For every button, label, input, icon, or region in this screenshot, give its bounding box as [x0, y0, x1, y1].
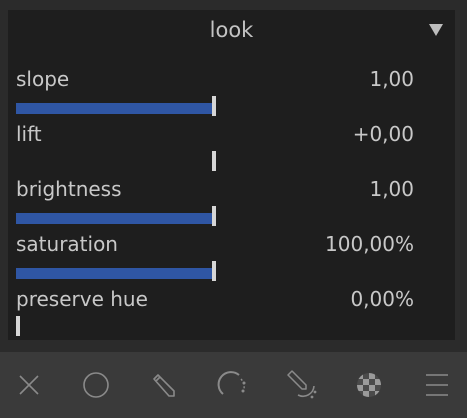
close-icon[interactable] — [12, 368, 46, 402]
triangle-down-icon[interactable] — [429, 24, 443, 36]
brightness-slider[interactable]: brightness 1,00 — [16, 177, 426, 227]
slider-track[interactable] — [16, 151, 216, 171]
slider-label: slope — [16, 67, 70, 91]
preserve-hue-slider[interactable]: preserve hue 0,00% — [16, 287, 426, 337]
menu-icon[interactable] — [420, 368, 454, 402]
slider-value[interactable]: 0,00% — [350, 287, 414, 311]
circle-icon[interactable] — [79, 368, 113, 402]
mask-toolbar — [0, 352, 467, 418]
checkerboard-icon[interactable] — [352, 368, 386, 402]
slider-track[interactable] — [16, 96, 216, 116]
slider-fill — [16, 103, 216, 114]
slider-value[interactable]: +0,00 — [353, 122, 414, 146]
slider-label: lift — [16, 122, 42, 146]
module-title: look — [209, 18, 254, 42]
slider-fill — [16, 268, 216, 279]
slider-label: brightness — [16, 177, 122, 201]
pencil-icon[interactable] — [146, 368, 180, 402]
slider-marker[interactable] — [212, 206, 216, 226]
slider-fill — [16, 213, 216, 224]
slider-track[interactable] — [16, 261, 216, 281]
module-header[interactable]: look — [8, 10, 455, 54]
lift-slider[interactable]: lift +0,00 — [16, 122, 426, 172]
slider-marker[interactable] — [16, 316, 20, 336]
look-module-panel: look slope 1,00 lift +0,00 brightness 1,… — [8, 10, 455, 340]
slider-marker[interactable] — [212, 151, 216, 171]
slider-value[interactable]: 100,00% — [325, 232, 414, 256]
slope-slider[interactable]: slope 1,00 — [16, 67, 426, 117]
pencil-arc-icon[interactable] — [284, 368, 318, 402]
slider-value[interactable]: 1,00 — [369, 177, 414, 201]
slider-value[interactable]: 1,00 — [369, 67, 414, 91]
slider-marker[interactable] — [212, 261, 216, 281]
slider-label: saturation — [16, 232, 118, 256]
slider-label: preserve hue — [16, 287, 148, 311]
saturation-slider[interactable]: saturation 100,00% — [16, 232, 426, 282]
slider-track[interactable] — [16, 206, 216, 226]
slider-track[interactable] — [16, 316, 216, 336]
slider-marker[interactable] — [212, 96, 216, 116]
arc-icon[interactable] — [216, 368, 250, 402]
